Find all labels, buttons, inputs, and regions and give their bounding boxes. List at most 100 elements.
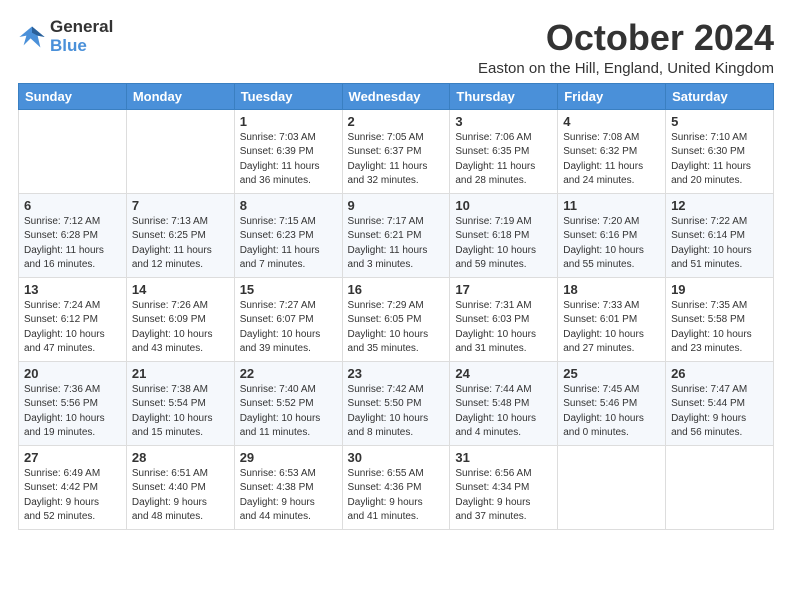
calendar-cell: 7 Sunrise: 7:13 AM Sunset: 6:25 PM Daylig…	[126, 193, 234, 277]
day-number: 4	[563, 114, 660, 129]
calendar-cell: 29 Sunrise: 6:53 AM Sunset: 4:38 PM Dayli…	[234, 445, 342, 529]
calendar-cell: 2 Sunrise: 7:05 AM Sunset: 6:37 PM Daylig…	[342, 109, 450, 193]
calendar-table: Sunday Monday Tuesday Wednesday Thursday…	[18, 83, 774, 530]
calendar-cell: 18Sunrise: 7:33 AM Sunset: 6:01 PM Dayli…	[558, 277, 666, 361]
day-number: 13	[24, 282, 121, 297]
day-number: 1	[240, 114, 337, 129]
day-info: Sunrise: 7:22 AM Sunset: 6:14 PM Dayligh…	[671, 215, 768, 273]
calendar-cell: 19 Sunrise: 7:35 AM Sunset: 5:58 PM Dayli…	[666, 277, 774, 361]
day-info: Sunrise: 7:13 AM Sunset: 6:25 PM Dayligh…	[132, 215, 229, 273]
day-info: Sunrise: 7:27 AM Sunset: 6:07 PM Dayligh…	[240, 299, 337, 357]
calendar-cell: 11 Sunrise: 7:20 AM Sunset: 6:16 PM Dayli…	[558, 193, 666, 277]
day-info: Sunrise: 7:20 AM Sunset: 6:16 PM Dayligh…	[563, 215, 660, 273]
day-number: 6	[24, 198, 121, 213]
day-number: 27	[24, 450, 121, 465]
day-number: 2	[348, 114, 445, 129]
calendar-cell	[126, 109, 234, 193]
calendar-cell: 8Sunrise: 7:15 AM Sunset: 6:23 PM Daylig…	[234, 193, 342, 277]
day-number: 29	[240, 450, 337, 465]
day-number: 16	[348, 282, 445, 297]
day-info: Sunrise: 6:53 AM Sunset: 4:38 PM Dayligh…	[240, 467, 337, 525]
day-number: 30	[348, 450, 445, 465]
title-block: October 2024 Easton on the Hill, England…	[478, 18, 774, 77]
calendar-cell: 23 Sunrise: 7:42 AM Sunset: 5:50 PM Dayli…	[342, 361, 450, 445]
col-thursday: Thursday	[450, 83, 558, 109]
day-info: Sunrise: 7:44 AM Sunset: 5:48 PM Dayligh…	[455, 383, 552, 441]
day-number: 19	[671, 282, 768, 297]
calendar-cell: 22 Sunrise: 7:40 AM Sunset: 5:52 PM Dayli…	[234, 361, 342, 445]
calendar-cell: 28Sunrise: 6:51 AM Sunset: 4:40 PM Dayli…	[126, 445, 234, 529]
day-info: Sunrise: 7:24 AM Sunset: 6:12 PM Dayligh…	[24, 299, 121, 357]
calendar-cell: 26 Sunrise: 7:47 AM Sunset: 5:44 PM Dayli…	[666, 361, 774, 445]
day-info: Sunrise: 7:26 AM Sunset: 6:09 PM Dayligh…	[132, 299, 229, 357]
calendar-cell: 5 Sunrise: 7:10 AM Sunset: 6:30 PM Daylig…	[666, 109, 774, 193]
day-number: 31	[455, 450, 552, 465]
day-number: 20	[24, 366, 121, 381]
day-number: 23	[348, 366, 445, 381]
day-number: 5	[671, 114, 768, 129]
day-number: 11	[563, 198, 660, 213]
day-info: Sunrise: 7:36 AM Sunset: 5:56 PM Dayligh…	[24, 383, 121, 441]
day-number: 8	[240, 198, 337, 213]
calendar-cell: 17 Sunrise: 7:31 AM Sunset: 6:03 PM Dayli…	[450, 277, 558, 361]
day-number: 28	[132, 450, 229, 465]
calendar-cell: 27 Sunrise: 6:49 AM Sunset: 4:42 PM Dayli…	[19, 445, 127, 529]
calendar-cell: 16 Sunrise: 7:29 AM Sunset: 6:05 PM Dayli…	[342, 277, 450, 361]
day-info: Sunrise: 7:45 AM Sunset: 5:46 PM Dayligh…	[563, 383, 660, 441]
calendar-cell	[666, 445, 774, 529]
calendar-cell: 6 Sunrise: 7:12 AM Sunset: 6:28 PM Daylig…	[19, 193, 127, 277]
day-info: Sunrise: 7:08 AM Sunset: 6:32 PM Dayligh…	[563, 131, 660, 189]
header: General Blue October 2024 Easton on the …	[18, 18, 774, 77]
day-number: 3	[455, 114, 552, 129]
day-info: Sunrise: 7:17 AM Sunset: 6:21 PM Dayligh…	[348, 215, 445, 273]
day-info: Sunrise: 7:10 AM Sunset: 6:30 PM Dayligh…	[671, 131, 768, 189]
day-number: 15	[240, 282, 337, 297]
col-friday: Friday	[558, 83, 666, 109]
day-number: 17	[455, 282, 552, 297]
logo: General Blue	[18, 18, 113, 55]
day-number: 25	[563, 366, 660, 381]
day-info: Sunrise: 7:35 AM Sunset: 5:58 PM Dayligh…	[671, 299, 768, 357]
calendar-cell: 10 Sunrise: 7:19 AM Sunset: 6:18 PM Dayli…	[450, 193, 558, 277]
day-info: Sunrise: 7:05 AM Sunset: 6:37 PM Dayligh…	[348, 131, 445, 189]
calendar-cell: 31 Sunrise: 6:56 AM Sunset: 4:34 PM Dayli…	[450, 445, 558, 529]
day-info: Sunrise: 7:31 AM Sunset: 6:03 PM Dayligh…	[455, 299, 552, 357]
calendar-cell: 15 Sunrise: 7:27 AM Sunset: 6:07 PM Dayli…	[234, 277, 342, 361]
day-info: Sunrise: 7:29 AM Sunset: 6:05 PM Dayligh…	[348, 299, 445, 357]
calendar-cell: 4 Sunrise: 7:08 AM Sunset: 6:32 PM Daylig…	[558, 109, 666, 193]
day-info: Sunrise: 7:06 AM Sunset: 6:35 PM Dayligh…	[455, 131, 552, 189]
calendar-week-row-3: 13 Sunrise: 7:24 AM Sunset: 6:12 PM Dayli…	[19, 277, 774, 361]
day-info: Sunrise: 7:47 AM Sunset: 5:44 PM Dayligh…	[671, 383, 768, 441]
calendar-week-row-2: 6 Sunrise: 7:12 AM Sunset: 6:28 PM Daylig…	[19, 193, 774, 277]
calendar-cell	[19, 109, 127, 193]
day-info: Sunrise: 6:49 AM Sunset: 4:42 PM Dayligh…	[24, 467, 121, 525]
logo-text: General Blue	[50, 18, 113, 55]
day-number: 10	[455, 198, 552, 213]
calendar-cell: 25 Sunrise: 7:45 AM Sunset: 5:46 PM Dayli…	[558, 361, 666, 445]
day-number: 18	[563, 282, 660, 297]
calendar-header-row: Sunday Monday Tuesday Wednesday Thursday…	[19, 83, 774, 109]
calendar-cell: 20 Sunrise: 7:36 AM Sunset: 5:56 PM Dayli…	[19, 361, 127, 445]
day-info: Sunrise: 7:12 AM Sunset: 6:28 PM Dayligh…	[24, 215, 121, 273]
day-number: 26	[671, 366, 768, 381]
calendar-cell: 9Sunrise: 7:17 AM Sunset: 6:21 PM Daylig…	[342, 193, 450, 277]
day-info: Sunrise: 7:03 AM Sunset: 6:39 PM Dayligh…	[240, 131, 337, 189]
col-monday: Monday	[126, 83, 234, 109]
day-info: Sunrise: 7:38 AM Sunset: 5:54 PM Dayligh…	[132, 383, 229, 441]
day-info: Sunrise: 7:40 AM Sunset: 5:52 PM Dayligh…	[240, 383, 337, 441]
col-wednesday: Wednesday	[342, 83, 450, 109]
day-number: 7	[132, 198, 229, 213]
logo-icon	[18, 23, 46, 51]
calendar-cell: 12Sunrise: 7:22 AM Sunset: 6:14 PM Dayli…	[666, 193, 774, 277]
col-saturday: Saturday	[666, 83, 774, 109]
calendar-cell: 30Sunrise: 6:55 AM Sunset: 4:36 PM Dayli…	[342, 445, 450, 529]
day-number: 22	[240, 366, 337, 381]
day-info: Sunrise: 7:42 AM Sunset: 5:50 PM Dayligh…	[348, 383, 445, 441]
day-info: Sunrise: 6:56 AM Sunset: 4:34 PM Dayligh…	[455, 467, 552, 525]
calendar-week-row-1: 1 Sunrise: 7:03 AM Sunset: 6:39 PM Daylig…	[19, 109, 774, 193]
calendar-cell	[558, 445, 666, 529]
calendar-cell: 14 Sunrise: 7:26 AM Sunset: 6:09 PM Dayli…	[126, 277, 234, 361]
day-info: Sunrise: 7:19 AM Sunset: 6:18 PM Dayligh…	[455, 215, 552, 273]
day-number: 14	[132, 282, 229, 297]
calendar-week-row-5: 27 Sunrise: 6:49 AM Sunset: 4:42 PM Dayli…	[19, 445, 774, 529]
